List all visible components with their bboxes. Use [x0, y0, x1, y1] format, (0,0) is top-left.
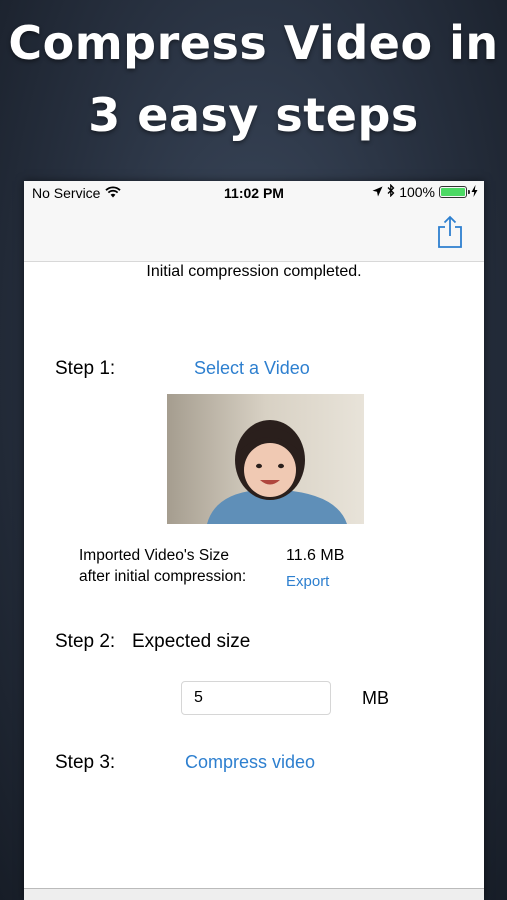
bluetooth-icon: [387, 183, 395, 200]
export-button[interactable]: Export: [286, 573, 329, 590]
compress-video-button[interactable]: Compress video: [185, 752, 315, 773]
promo-headline-line1: Compress Video in: [8, 16, 499, 70]
compression-status-message: Initial compression completed.: [146, 263, 362, 280]
share-icon: [438, 215, 462, 248]
video-size-value: 11.6 MB: [286, 547, 345, 564]
location-arrow-icon: [372, 184, 383, 200]
phone-screen: No Service 11:02 PM 100% Initial compres…: [24, 181, 484, 900]
battery-percent: 100%: [399, 184, 435, 200]
navigation-bar: [24, 205, 484, 262]
expected-size-label: Expected size: [132, 631, 251, 652]
select-video-button[interactable]: Select a Video: [194, 358, 310, 379]
video-size-label-line1: Imported Video's Size: [79, 547, 230, 564]
step1-label: Step 1:: [55, 358, 116, 379]
step3-label: Step 3:: [55, 752, 116, 773]
share-button[interactable]: [436, 215, 464, 249]
step2-label: Step 2:: [55, 631, 116, 652]
video-size-label: Imported Video's Size after initial comp…: [79, 545, 246, 587]
status-right: 100%: [372, 183, 478, 200]
charging-bolt-icon: [471, 184, 478, 200]
status-bar: No Service 11:02 PM 100%: [24, 181, 484, 205]
promo-headline-line2: 3 easy steps: [88, 88, 419, 142]
expected-size-input[interactable]: [181, 681, 331, 715]
size-unit-label: MB: [362, 688, 389, 708]
video-size-label-line2: after initial compression:: [79, 568, 247, 585]
bottom-toolbar: [24, 888, 484, 900]
video-thumbnail: [167, 394, 364, 524]
battery-icon: [439, 186, 470, 198]
